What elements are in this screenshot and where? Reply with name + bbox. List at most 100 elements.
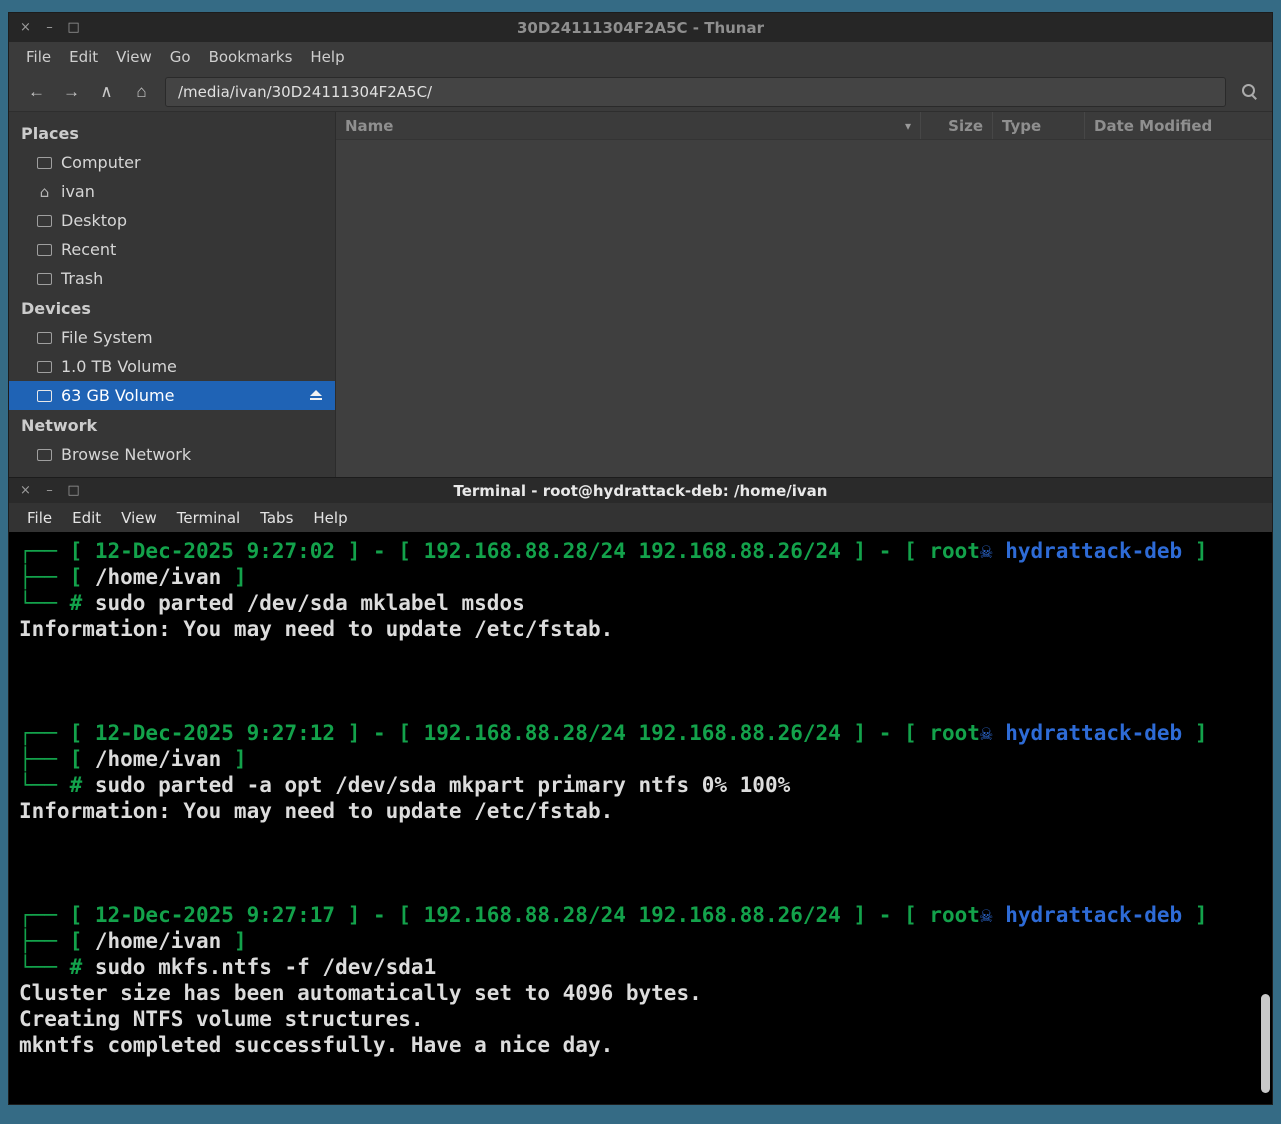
harddisk-icon bbox=[37, 331, 52, 344]
sidebar-section-places: Places bbox=[21, 123, 79, 143]
terminal-menubar: File Edit View Terminal Tabs Help bbox=[9, 503, 1272, 532]
prompt-line-info: ┌── [ 12-Dec-2025 9:27:17 ] - [ 192.168.… bbox=[19, 903, 1208, 927]
terminal-window-buttons: × – □ bbox=[9, 484, 80, 497]
output-line: mkntfs completed successfully. Have a ni… bbox=[19, 1033, 614, 1057]
sidebar-item-63-gb-volume[interactable]: 63 GB Volume bbox=[9, 381, 335, 410]
sidebar-section-devices: Devices bbox=[21, 298, 91, 318]
sort-indicator-icon: ▾ bbox=[904, 118, 911, 133]
thunar-window-buttons: × – □ bbox=[9, 21, 80, 34]
thunar-menubar: File Edit View Go Bookmarks Help bbox=[9, 42, 1272, 72]
column-header-type[interactable]: Type bbox=[992, 112, 1084, 139]
output-line: Information: You may need to update /etc… bbox=[19, 799, 614, 823]
scrollbar-thumb[interactable] bbox=[1261, 994, 1270, 1093]
file-list-empty[interactable] bbox=[336, 140, 1272, 477]
sidebar-item-label: Browse Network bbox=[61, 445, 192, 464]
output-line: Creating NTFS volume structures. bbox=[19, 1007, 424, 1031]
prompt-line-info: ┌── [ 12-Dec-2025 9:27:02 ] - [ 192.168.… bbox=[19, 539, 1208, 563]
menu-help[interactable]: Help bbox=[303, 505, 357, 531]
thunar-window-title: 30D24111304F2A5C - Thunar bbox=[516, 18, 765, 37]
sidebar-item-ivan[interactable]: ⌂ ivan bbox=[9, 177, 335, 206]
menu-file[interactable]: File bbox=[17, 44, 60, 70]
prompt-line-cwd: ├── [ /home/ivan ] bbox=[19, 747, 247, 771]
column-headers: Name ▾ Size Type Date Modified bbox=[336, 112, 1272, 140]
menu-view[interactable]: View bbox=[111, 505, 167, 531]
sidebar-item-desktop[interactable]: Desktop bbox=[9, 206, 335, 235]
thunar-titlebar[interactable]: × – □ 30D24111304F2A5C - Thunar bbox=[9, 13, 1272, 42]
sidebar-item-label: 63 GB Volume bbox=[61, 386, 175, 405]
menu-terminal[interactable]: Terminal bbox=[167, 505, 250, 531]
column-header-date-modified[interactable]: Date Modified bbox=[1084, 112, 1272, 139]
command-line: └── # sudo mkfs.ntfs -f /dev/sda1 bbox=[19, 955, 437, 979]
maximize-icon[interactable]: □ bbox=[67, 484, 80, 497]
prompt-line-info: ┌── [ 12-Dec-2025 9:27:12 ] - [ 192.168.… bbox=[19, 721, 1208, 745]
command-line: └── # sudo parted -a opt /dev/sda mkpart… bbox=[19, 773, 791, 797]
file-list-area: Name ▾ Size Type Date Modified bbox=[336, 112, 1272, 477]
column-label: Size bbox=[948, 116, 983, 135]
terminal-titlebar[interactable]: × – □ Terminal - root@hydrattack-deb: /h… bbox=[9, 478, 1272, 503]
terminal-body[interactable]: ┌── [ 12-Dec-2025 9:27:02 ] - [ 192.168.… bbox=[9, 532, 1272, 1104]
output-line: Information: You may need to update /etc… bbox=[19, 617, 614, 641]
prompt-line-cwd: ├── [ /home/ivan ] bbox=[19, 929, 247, 953]
sidebar-item-file-system[interactable]: File System bbox=[9, 323, 335, 352]
column-label: Type bbox=[1002, 116, 1042, 135]
terminal-window-title: Terminal - root@hydrattack-deb: /home/iv… bbox=[453, 481, 828, 500]
menu-help[interactable]: Help bbox=[301, 44, 353, 70]
usb-drive-icon bbox=[37, 389, 52, 402]
column-label: Date Modified bbox=[1094, 116, 1213, 135]
menu-edit[interactable]: Edit bbox=[60, 44, 107, 70]
maximize-icon[interactable]: □ bbox=[67, 21, 80, 34]
home-icon: ⌂ bbox=[39, 182, 50, 201]
menu-go[interactable]: Go bbox=[161, 44, 200, 70]
menu-file[interactable]: File bbox=[17, 505, 62, 531]
path-text: /media/ivan/30D24111304F2A5C/ bbox=[178, 82, 433, 101]
command-line: └── # sudo parted /dev/sda mklabel msdos bbox=[19, 591, 525, 615]
sidebar-item-label: Trash bbox=[61, 269, 104, 288]
terminal-output: ┌── [ 12-Dec-2025 9:27:02 ] - [ 192.168.… bbox=[9, 532, 1272, 1064]
sidebar-item-browse-network[interactable]: Browse Network bbox=[9, 440, 335, 469]
terminal-scrollbar[interactable] bbox=[1259, 532, 1271, 1104]
harddisk-icon bbox=[37, 360, 52, 373]
menu-bookmarks[interactable]: Bookmarks bbox=[200, 44, 302, 70]
sidebar-item-trash[interactable]: Trash bbox=[9, 264, 335, 293]
close-icon[interactable]: × bbox=[19, 21, 32, 34]
search-icon bbox=[1241, 84, 1257, 99]
column-label: Name bbox=[345, 116, 394, 135]
sidebar-item-label: File System bbox=[61, 328, 153, 347]
close-icon[interactable]: × bbox=[19, 484, 32, 497]
menu-view[interactable]: View bbox=[107, 44, 161, 70]
sidebar-item-computer[interactable]: Computer bbox=[9, 148, 335, 177]
eject-icon[interactable] bbox=[309, 390, 323, 401]
thunar-sidebar: Places Computer ⌂ ivan Desktop Recent Trash Dev… bbox=[9, 112, 336, 477]
computer-icon bbox=[37, 156, 52, 169]
home-icon[interactable]: ⌂ bbox=[124, 77, 159, 107]
sidebar-item-label: Recent bbox=[61, 240, 117, 259]
network-icon bbox=[37, 448, 52, 461]
terminal-window: × – □ Terminal - root@hydrattack-deb: /h… bbox=[8, 477, 1273, 1105]
up-icon[interactable]: ∧ bbox=[89, 77, 124, 107]
minimize-icon[interactable]: – bbox=[43, 484, 56, 497]
thunar-content: Places Computer ⌂ ivan Desktop Recent Trash Dev… bbox=[9, 112, 1272, 477]
recent-icon bbox=[37, 243, 52, 256]
column-header-name[interactable]: Name ▾ bbox=[336, 112, 920, 139]
desktop-icon bbox=[37, 214, 52, 227]
sidebar-item-label: Computer bbox=[61, 153, 141, 172]
sidebar-item-recent[interactable]: Recent bbox=[9, 235, 335, 264]
column-header-size[interactable]: Size bbox=[920, 112, 992, 139]
path-bar-input[interactable]: /media/ivan/30D24111304F2A5C/ bbox=[165, 76, 1226, 107]
search-button[interactable] bbox=[1236, 79, 1262, 105]
thunar-window: × – □ 30D24111304F2A5C - Thunar File Edit… bbox=[8, 12, 1273, 478]
minimize-icon[interactable]: – bbox=[43, 21, 56, 34]
menu-edit[interactable]: Edit bbox=[62, 505, 111, 531]
back-icon[interactable]: ← bbox=[19, 77, 54, 107]
trash-icon bbox=[37, 272, 52, 285]
thunar-toolbar: ← → ∧ ⌂ /media/ivan/30D24111304F2A5C/ bbox=[9, 72, 1272, 112]
forward-icon[interactable]: → bbox=[54, 77, 89, 107]
sidebar-item-1-0-tb-volume[interactable]: 1.0 TB Volume bbox=[9, 352, 335, 381]
menu-tabs[interactable]: Tabs bbox=[250, 505, 303, 531]
